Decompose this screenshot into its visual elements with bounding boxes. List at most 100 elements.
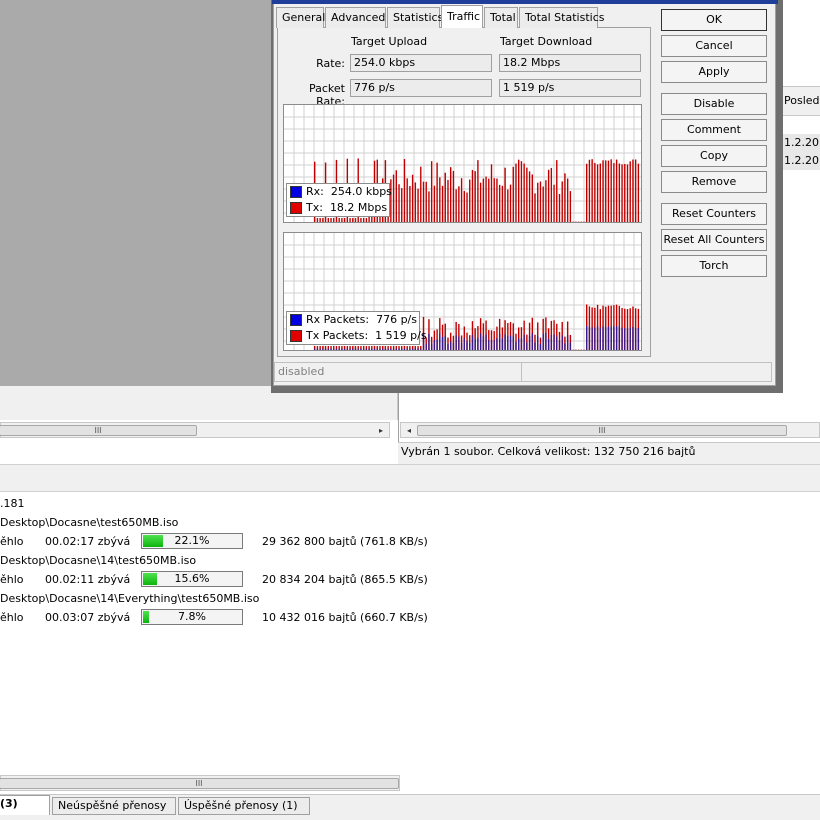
packet-graph-rx-bar bbox=[403, 348, 406, 350]
packet-graph-rx-bar bbox=[420, 348, 422, 350]
server-address: .181 bbox=[0, 497, 25, 510]
packet-graph-rx-bar bbox=[458, 336, 460, 350]
tab-queued-transfers[interactable]: (3) bbox=[0, 795, 50, 815]
left-horizontal-scrollbar[interactable]: III ▸ bbox=[0, 422, 390, 438]
packet-graph-tx-bar bbox=[316, 346, 319, 350]
transfer-path[interactable]: Desktop\Docasne\test650MB.iso bbox=[0, 516, 178, 529]
dialog-titlebar[interactable] bbox=[272, 0, 778, 4]
packet-graph-rx-bar bbox=[428, 333, 430, 350]
tab-statistics[interactable]: Statistics bbox=[387, 7, 443, 28]
tab-successful-transfers[interactable]: Úspěšné přenosy (1) bbox=[178, 797, 310, 815]
packet-graph-tx-bar bbox=[362, 346, 365, 350]
rate-graph-bar bbox=[452, 170, 455, 222]
rate-graph-bar bbox=[528, 171, 531, 222]
rate-graph-bar bbox=[360, 218, 362, 222]
rate-upload-field: 254.0 kbps bbox=[350, 54, 492, 72]
ok-button[interactable]: OK bbox=[661, 9, 767, 31]
copy-button[interactable]: Copy bbox=[661, 145, 767, 167]
tab-failed-transfers[interactable]: Neúspěšné přenosy bbox=[52, 797, 176, 815]
right-horizontal-scrollbar[interactable]: ◂ III bbox=[400, 422, 820, 438]
scrollbar-thumb[interactable]: III bbox=[0, 425, 197, 436]
tab-total-statistics[interactable]: Total Statistics bbox=[519, 7, 604, 28]
rate-graph-bar bbox=[469, 179, 471, 222]
scroll-left-arrow-icon[interactable]: ◂ bbox=[403, 425, 415, 437]
tab-total[interactable]: Total bbox=[484, 7, 518, 28]
comment-button[interactable]: Comment bbox=[661, 119, 767, 141]
rate-graph-bar bbox=[444, 172, 446, 222]
packet-graph-rx-bar bbox=[637, 328, 640, 350]
rate-graph-bar bbox=[537, 182, 539, 222]
transfer-remaining: 00.02:11 zbývá bbox=[45, 573, 131, 586]
tab-traffic[interactable]: Traffic bbox=[441, 5, 483, 28]
rate-graph-bar bbox=[343, 218, 346, 222]
packet-graph-rx-bar bbox=[488, 339, 490, 350]
packet-graph-rx-bar bbox=[607, 326, 610, 350]
rate-graph-bar bbox=[539, 181, 542, 222]
rate-graph-bar bbox=[341, 218, 343, 222]
transfer-path[interactable]: Desktop\Docasne\14\test650MB.iso bbox=[0, 554, 196, 567]
progress-percent: 15.6% bbox=[174, 572, 210, 585]
torch-button[interactable]: Torch bbox=[661, 255, 767, 277]
file-list-row[interactable]: 1.2.201 bbox=[782, 134, 820, 152]
packet-graph-tx-bar bbox=[575, 349, 577, 350]
disable-button[interactable]: Disable bbox=[661, 93, 767, 115]
packet-graph-tx-bar bbox=[583, 349, 585, 350]
reset-counters-button[interactable]: Reset Counters bbox=[661, 203, 767, 225]
packet-graph-rx-bar bbox=[485, 334, 487, 350]
tab-advanced[interactable]: Advanced bbox=[325, 7, 386, 28]
rate-graph-bar bbox=[615, 159, 618, 222]
rate-graph-bar bbox=[629, 161, 631, 222]
rate-graph-bar bbox=[458, 186, 460, 222]
packet-graph-rx-bar bbox=[338, 348, 340, 350]
scrollbar-thumb[interactable]: III bbox=[0, 778, 399, 789]
packet-graph-rx-bar bbox=[542, 333, 544, 350]
packet-graph-rx-bar bbox=[493, 340, 495, 350]
rate-graph-bar bbox=[591, 159, 593, 222]
rate-graph-bar bbox=[613, 163, 615, 222]
transfer-state: ěhlo bbox=[0, 573, 24, 586]
packet-graph-rx-bar bbox=[430, 343, 433, 350]
cancel-button[interactable]: Cancel bbox=[661, 35, 767, 57]
rate-graph-bar bbox=[352, 218, 354, 222]
packet-graph-tx-bar bbox=[409, 346, 411, 350]
packet-graph-rx-bar bbox=[411, 348, 414, 350]
packet-graph-rx-bar bbox=[471, 335, 474, 350]
packet-graph-rx-bar bbox=[455, 335, 457, 350]
rate-graph-bar bbox=[447, 179, 449, 222]
packet-graph-rx-bar bbox=[460, 342, 463, 350]
rate-graph-bar bbox=[406, 178, 408, 222]
transfer-path[interactable]: Desktop\Docasne\14\Everything\test650MB.… bbox=[0, 592, 259, 605]
file-list-row[interactable]: 1.2.201 bbox=[782, 152, 820, 170]
packet-graph-rx-bar bbox=[504, 334, 506, 350]
rate-graph-bar bbox=[490, 164, 493, 222]
rate-graph-bar bbox=[610, 159, 612, 222]
remove-button[interactable]: Remove bbox=[661, 171, 767, 193]
column-header-posledni[interactable]: Posledn bbox=[784, 94, 820, 107]
packet-graph-tx-bar bbox=[335, 346, 338, 350]
packet-graph-rx-bar bbox=[531, 333, 533, 350]
rate-graph-bar bbox=[471, 169, 474, 222]
rate-graph-bar bbox=[338, 218, 340, 222]
packet-graph-rx-bar bbox=[482, 336, 485, 350]
tab-general[interactable]: General bbox=[276, 7, 325, 28]
packet-graph-tx-bar bbox=[411, 346, 414, 350]
pane-splitter[interactable] bbox=[0, 464, 820, 492]
packet-graph-rx-bar bbox=[477, 337, 479, 350]
packet-graph-tx-bar bbox=[406, 346, 408, 350]
packet-graph-rx-bar bbox=[357, 348, 359, 350]
packet-graph-tx-bar bbox=[346, 346, 349, 350]
packet-graph-rx-bar bbox=[629, 327, 631, 350]
packet-graph-rx-bar bbox=[618, 326, 621, 350]
packet-graph-rx-bar bbox=[569, 342, 572, 350]
packet-graph-rx-bar bbox=[390, 348, 392, 350]
apply-button[interactable]: Apply bbox=[661, 61, 767, 83]
packet-graph-rx-bar bbox=[362, 348, 365, 350]
rate-graph-bar bbox=[566, 178, 569, 222]
scroll-right-arrow-icon[interactable]: ▸ bbox=[375, 425, 387, 437]
packet-graph-tx-bar bbox=[417, 346, 419, 350]
rate-graph-bar bbox=[607, 160, 610, 222]
scrollbar-thumb[interactable]: III bbox=[417, 425, 787, 436]
reset-all-counters-button[interactable]: Reset All Counters bbox=[661, 229, 767, 251]
transfer-horizontal-scrollbar[interactable]: III bbox=[0, 775, 400, 791]
transfer-state: ěhlo bbox=[0, 535, 24, 548]
